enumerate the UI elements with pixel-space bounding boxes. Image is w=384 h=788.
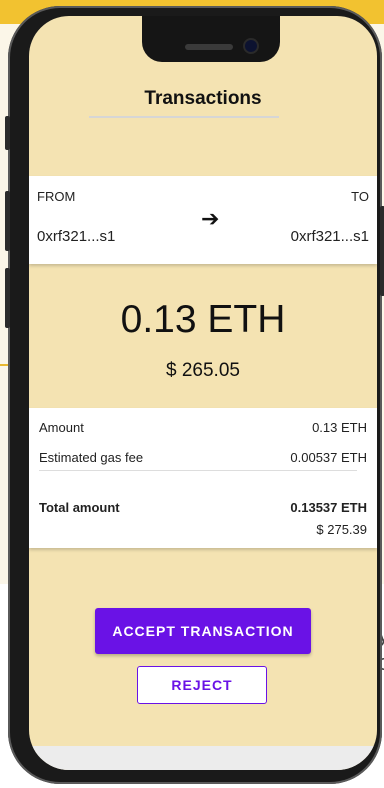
phone-notch (142, 16, 280, 62)
usd-amount: $ 265.05 (166, 360, 240, 381)
total-value: 0.13537 ETH (290, 500, 367, 515)
camera-icon (245, 40, 257, 52)
amount-label: Amount (39, 420, 84, 435)
screen-bottom-bar (29, 746, 377, 770)
to-address: 0xrf321...s1 (290, 228, 369, 245)
page-title: Transactions (144, 88, 262, 109)
accept-transaction-button[interactable]: ACCEPT TRANSACTION (95, 608, 311, 654)
phone-screen: Transactions FROM TO 0xrf321...s1 0xrf32… (29, 16, 377, 770)
gas-fee-value: 0.00537 ETH (290, 450, 367, 465)
phone-frame: Transactions FROM TO 0xrf321...s1 0xrf32… (5, 6, 384, 784)
phone-side-button (5, 191, 10, 251)
total-label: Total amount (39, 500, 120, 515)
arrow-right-icon: ➔ (201, 206, 220, 231)
eth-amount: 0.13 ETH (120, 298, 286, 341)
details-divider (39, 470, 357, 471)
speaker-grille (185, 44, 233, 50)
phone-side-button (5, 268, 10, 328)
amount-value: 0.13 ETH (312, 420, 367, 435)
phone-power-button (380, 206, 384, 296)
from-address: 0xrf321...s1 (37, 228, 116, 245)
details-card: Amount 0.13 ETH Estimated gas fee 0.0053… (29, 408, 377, 548)
to-label: TO (351, 189, 369, 204)
gas-fee-label: Estimated gas fee (39, 450, 144, 465)
title-underline (89, 116, 279, 118)
phone-side-button (5, 116, 10, 150)
reject-button[interactable]: REJECT (137, 666, 267, 704)
total-usd-value: $ 275.39 (316, 522, 367, 537)
from-label: FROM (37, 189, 76, 204)
